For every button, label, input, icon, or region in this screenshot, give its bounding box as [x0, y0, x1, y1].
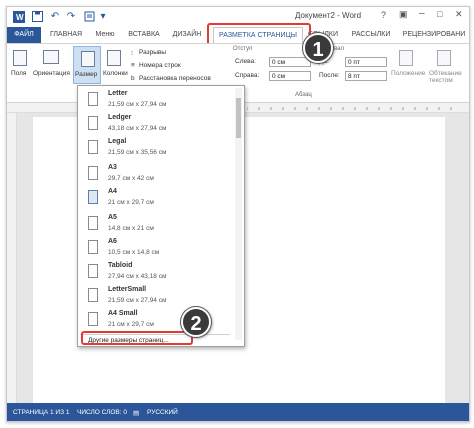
option-name: A6	[108, 238, 117, 245]
paragraph-group-label: Абзац	[295, 92, 312, 98]
word-logo-icon: W	[13, 11, 25, 23]
indent-left-input[interactable]: 0 см	[269, 57, 311, 67]
size-button[interactable]: Размер	[73, 46, 101, 84]
margins-icon[interactable]	[13, 50, 27, 66]
word-count-status[interactable]: ЧИСЛО СЛОВ: 0	[77, 409, 127, 416]
option-name: Tabloid	[108, 262, 133, 269]
position-button[interactable]: Положение	[391, 70, 425, 77]
tab-review[interactable]: РЕЦЕНЗИРОВАНИ	[399, 27, 469, 43]
tab-home[interactable]: ГЛАВНАЯ	[45, 27, 87, 43]
page-icon	[88, 140, 98, 154]
option-size: 10,5 см x 14,8 см	[108, 249, 160, 256]
redo-icon[interactable]: ↷	[65, 11, 77, 23]
word-window: W ↶ ↷ ▾ Документ2 - Word ? ▣ – □ ✕ ФАЙЛ …	[6, 6, 470, 422]
tab-design[interactable]: ДИЗАЙН	[167, 27, 207, 43]
option-size: 14,8 см x 21 см	[108, 225, 154, 232]
customize-qat-icon[interactable]: ▾	[97, 11, 109, 23]
svg-text:W: W	[16, 13, 24, 22]
option-name: Legal	[108, 138, 127, 145]
size-button-label: Размер	[75, 71, 98, 78]
undo-icon[interactable]: ↶	[49, 11, 61, 23]
quick-print-icon[interactable]	[83, 11, 95, 23]
indent-group-label: Отступ	[233, 46, 253, 52]
line-numbers-button[interactable]: Номера строк	[139, 62, 181, 69]
status-bar: СТРАНИЦА 1 ИЗ 1 ЧИСЛО СЛОВ: 0 ▤ РУССКИЙ	[7, 403, 469, 421]
page-icon	[88, 288, 98, 302]
step-1-badge: 1	[303, 33, 333, 63]
option-size: 21,59 см x 27,94 см	[108, 101, 167, 108]
hyphenation-button[interactable]: Расстановка переносов	[139, 75, 211, 82]
window-title: Документ2 - Word	[295, 11, 362, 20]
option-size: 21 см x 29,7 см	[108, 199, 154, 206]
orientation-icon[interactable]	[43, 50, 59, 64]
page-icon	[88, 92, 98, 106]
wrap-text-button[interactable]: Обтекание текстом	[429, 70, 469, 84]
save-icon[interactable]	[31, 11, 43, 23]
option-name: Ledger	[108, 114, 132, 121]
page-size-dropdown: Letter 21,59 см x 27,94 см Ledger 43,18 …	[77, 85, 245, 347]
columns-button[interactable]: Колонки	[103, 70, 128, 77]
scrollbar-thumb[interactable]	[236, 98, 241, 138]
option-size: 21,59 см x 35,56 см	[108, 149, 167, 156]
page-icon	[88, 116, 98, 130]
tab-insert[interactable]: ВСТАВКА	[123, 27, 165, 43]
option-size: 43,18 см x 27,94 см	[108, 125, 167, 132]
option-size: 21,59 см x 27,94 см	[108, 297, 167, 304]
hyphenation-icon: b	[131, 75, 135, 82]
indent-right-input[interactable]: 0 см	[269, 71, 311, 81]
language-status[interactable]: РУССКИЙ	[147, 409, 178, 416]
page-icon	[88, 216, 98, 230]
option-name: A3	[108, 164, 117, 171]
tab-menu[interactable]: Меню	[89, 27, 121, 43]
close-icon[interactable]: ✕	[455, 9, 463, 20]
orientation-button[interactable]: Ориентация	[33, 70, 70, 77]
breaks-icon: ⁝	[131, 50, 134, 57]
indent-left-label: Слева:	[235, 58, 256, 65]
minimize-icon[interactable]: –	[419, 8, 425, 19]
wrap-text-icon[interactable]	[437, 50, 451, 66]
option-size: 21 см x 29,7 см	[108, 321, 154, 328]
page-icon	[88, 312, 98, 326]
indent-right-label: Справа:	[235, 72, 260, 79]
option-size: 29,7 см x 42 см	[108, 175, 154, 182]
page-icon	[88, 264, 98, 278]
option-name: A4	[108, 188, 117, 195]
option-name: Letter	[108, 90, 128, 97]
position-icon[interactable]	[399, 50, 413, 66]
margins-button[interactable]: Поля	[11, 70, 26, 77]
breaks-button[interactable]: Разрывы	[139, 49, 166, 56]
option-name: A4 Small	[108, 310, 138, 317]
spacing-before-input[interactable]: 0 пт	[345, 57, 387, 67]
ribbon-display-icon[interactable]: ▣	[399, 9, 408, 20]
spacing-after-input[interactable]: 8 пт	[345, 71, 387, 81]
columns-icon[interactable]	[107, 50, 121, 66]
more-sizes-highlight-box	[81, 331, 193, 345]
maximize-icon[interactable]: □	[437, 9, 442, 19]
page-size-icon	[81, 51, 95, 67]
spacing-after-label: После:	[319, 72, 340, 79]
proofing-icon[interactable]: ▤	[133, 409, 139, 417]
page-icon	[88, 240, 98, 254]
option-name: A5	[108, 214, 117, 221]
option-name: LetterSmall	[108, 286, 147, 293]
dropdown-scrollbar[interactable]	[235, 88, 242, 340]
tab-mailings[interactable]: РАССЫЛКИ	[347, 27, 395, 43]
help-icon[interactable]: ?	[381, 10, 386, 20]
option-size: 27,94 см x 43,18 см	[108, 273, 167, 280]
page-icon	[88, 166, 98, 180]
tab-file[interactable]: ФАЙЛ	[7, 27, 41, 43]
vertical-ruler	[7, 113, 17, 403]
page-count-status[interactable]: СТРАНИЦА 1 ИЗ 1	[13, 409, 69, 416]
step-2-badge: 2	[181, 307, 211, 337]
page-icon	[88, 190, 98, 204]
line-numbers-icon: ≡	[131, 62, 135, 69]
